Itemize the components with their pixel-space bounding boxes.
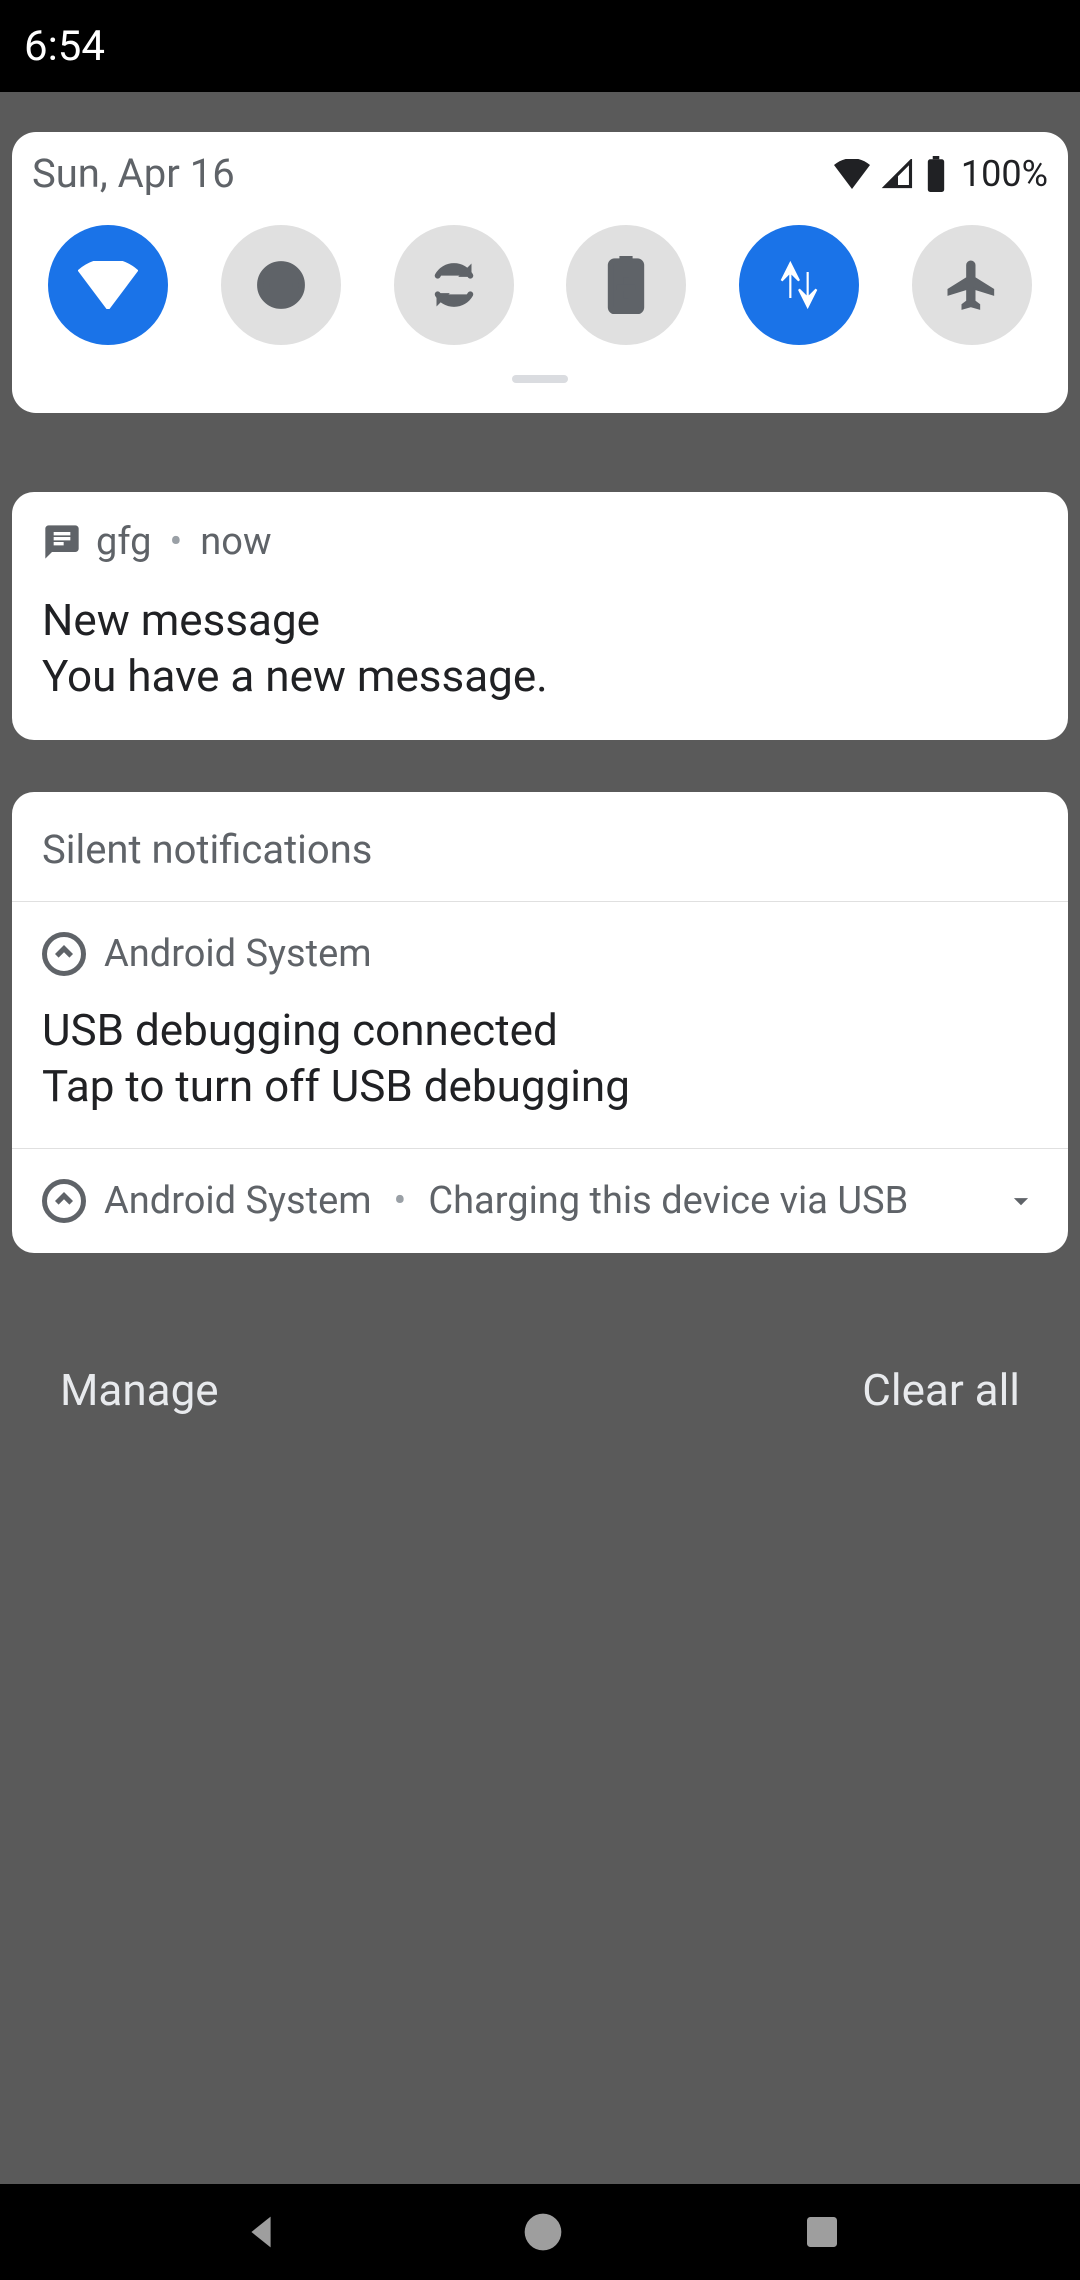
- notification-title: New message: [42, 592, 1038, 648]
- notification-timestamp: now: [200, 520, 271, 564]
- battery-saver-icon: [606, 256, 646, 314]
- wifi-icon: [833, 159, 871, 189]
- notification-body: Tap to turn off USB debugging: [42, 1058, 1038, 1114]
- clear-all-button[interactable]: Clear all: [862, 1364, 1020, 1416]
- android-system-icon: [42, 1179, 86, 1223]
- notification-header: Android System: [42, 932, 1038, 976]
- manage-button[interactable]: Manage: [60, 1364, 219, 1416]
- android-system-icon: [42, 932, 86, 976]
- cell-signal-icon: [881, 159, 915, 189]
- notification-app-name: Android System: [104, 932, 372, 976]
- nav-back-icon[interactable]: [238, 2209, 284, 2255]
- autorotate-icon: [426, 257, 482, 313]
- separator-dot: •: [394, 1179, 407, 1223]
- notification-header: gfg • now: [42, 520, 1038, 564]
- silent-notifications-header: Silent notifications: [12, 792, 1068, 902]
- chevron-down-icon[interactable]: [1004, 1184, 1038, 1218]
- airplane-icon: [944, 257, 1000, 313]
- notification-app-name: gfg: [96, 520, 151, 564]
- notification-charging[interactable]: Android System • Charging this device vi…: [12, 1149, 1068, 1253]
- quick-settings-tiles: [32, 225, 1048, 345]
- notification-message[interactable]: gfg • now New message You have a new mes…: [12, 492, 1068, 740]
- quick-settings-panel: Sun, Apr 16 100%: [12, 132, 1068, 413]
- message-app-icon: [42, 522, 82, 562]
- qs-drag-handle[interactable]: [512, 375, 568, 383]
- quick-settings-header: Sun, Apr 16 100%: [32, 150, 1048, 197]
- status-bar: 6:54: [0, 0, 1080, 92]
- shade-actions-row: Manage Clear all: [0, 1364, 1080, 1416]
- navigation-bar: [0, 2184, 1080, 2280]
- qs-tile-mobile-data[interactable]: [739, 225, 859, 345]
- silent-notifications-group: Silent notifications Android System USB …: [12, 792, 1068, 1253]
- qs-tile-battery-saver[interactable]: [566, 225, 686, 345]
- wifi-icon: [78, 261, 138, 309]
- date-label[interactable]: Sun, Apr 16: [32, 150, 235, 197]
- clock-label: 6:54: [24, 22, 105, 71]
- nav-recents-icon[interactable]: [802, 2212, 842, 2252]
- qs-tile-airplane[interactable]: [912, 225, 1032, 345]
- notification-shade[interactable]: Sun, Apr 16 100%: [0, 92, 1080, 2184]
- notification-body: You have a new message.: [42, 648, 1038, 704]
- dnd-icon: [253, 257, 309, 313]
- qs-tile-dnd[interactable]: [221, 225, 341, 345]
- battery-icon: [925, 156, 947, 192]
- qs-tile-wifi[interactable]: [48, 225, 168, 345]
- mobile-data-icon: [773, 259, 825, 311]
- separator-dot: •: [169, 520, 182, 564]
- notification-title: USB debugging connected: [42, 1002, 1038, 1058]
- status-icons: 100%: [833, 153, 1048, 195]
- notification-usb-debugging[interactable]: Android System USB debugging connected T…: [12, 902, 1068, 1149]
- battery-percent: 100%: [961, 153, 1048, 195]
- qs-tile-autorotate[interactable]: [394, 225, 514, 345]
- notification-app-name: Android System: [104, 1179, 372, 1223]
- nav-home-icon[interactable]: [521, 2210, 565, 2254]
- notification-summary: Charging this device via USB: [428, 1179, 908, 1223]
